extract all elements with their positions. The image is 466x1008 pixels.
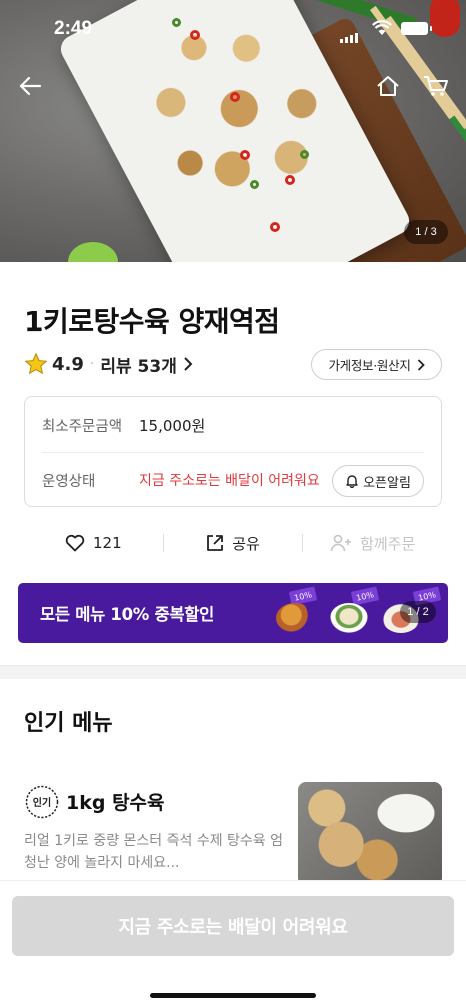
- share-icon: [207, 535, 224, 551]
- chevron-right-icon: [184, 357, 193, 371]
- share-label: 공유: [232, 534, 260, 553]
- like-button[interactable]: 121: [24, 534, 163, 552]
- cart-button[interactable]: [420, 70, 452, 102]
- signal-icon: [340, 24, 360, 43]
- chevron-right-icon: [417, 358, 425, 371]
- status-row: 운영상태 지금 주소로는 배달이 어려워요 오픈알림: [42, 453, 424, 507]
- store-hero-image[interactable]: 2:49 1 / 3: [0, 0, 466, 262]
- popular-menu-title: 인기 메뉴: [24, 711, 113, 736]
- action-bar: 121 공유 함께주문: [24, 525, 442, 561]
- battery-icon: [401, 22, 432, 35]
- popular-badge-icon: 인기: [25, 785, 59, 819]
- cart-icon: [424, 76, 448, 96]
- banner-text: 모든 메뉴 10% 중복할인: [40, 605, 214, 624]
- green-pepper-slice: [250, 180, 259, 189]
- share-button[interactable]: 공유: [164, 533, 303, 554]
- image-counter: 1 / 3: [404, 220, 448, 244]
- home-icon: [377, 76, 399, 96]
- bottom-bar: 지금 주소로는 배달이 어려워요: [0, 880, 466, 1008]
- review-link[interactable]: 리뷰 53개: [100, 352, 177, 377]
- menu-item-description: 리얼 1키로 중량 몬스터 즉석 수제 탕수육 엄청난 양에 놀라지 마세요..…: [24, 833, 284, 871]
- bell-icon: [346, 475, 358, 488]
- discount-tag: 10%: [350, 586, 380, 606]
- clock: 2:49: [54, 18, 93, 39]
- order-cta-button[interactable]: 지금 주소로는 배달이 어려워요: [12, 896, 454, 956]
- chili-slice: [285, 175, 295, 185]
- back-arrow-icon: [19, 76, 41, 96]
- popular-badge: 인기: [24, 784, 60, 820]
- wifi-icon: [372, 20, 392, 40]
- open-alarm-button[interactable]: 오픈알림: [332, 465, 424, 497]
- home-indicator: [150, 993, 316, 998]
- add-person-icon: [330, 534, 352, 552]
- discount-banner[interactable]: 모든 메뉴 10% 중복할인 10% 10% 10% 1 / 2: [18, 583, 448, 643]
- popular-badge-text: 인기: [33, 796, 51, 809]
- back-button[interactable]: [14, 70, 46, 102]
- chili-slice: [230, 92, 240, 102]
- banner-counter: 1 / 2: [400, 601, 436, 623]
- min-order-label: 최소주문금액: [42, 419, 123, 435]
- group-order-label: 함께주문: [360, 534, 416, 553]
- home-button[interactable]: [372, 70, 404, 102]
- like-count: 121: [93, 534, 122, 552]
- chicken-icon: [276, 603, 314, 633]
- separator-dot: ·: [89, 356, 95, 372]
- store-info-button[interactable]: 가게정보·원산지: [311, 349, 442, 380]
- status-bar: 2:49: [0, 0, 466, 56]
- menu-item[interactable]: 인기 1kg 탕수육 리얼 1키로 중량 몬스터 즉석 수제 탕수육 엄청난 양…: [24, 780, 442, 890]
- status-label: 운영상태: [42, 473, 96, 490]
- min-order-row: 최소주문금액 15,000원: [42, 399, 424, 453]
- rating-score: 4.9: [52, 353, 84, 375]
- star-icon: [24, 352, 48, 375]
- rating-row[interactable]: 4.9 · 리뷰 53개: [24, 350, 193, 378]
- lettuce: [68, 242, 118, 262]
- group-order-button[interactable]: 함께주문: [303, 533, 442, 554]
- green-pepper-slice: [300, 150, 309, 159]
- menu-item-name: 1kg 탕수육: [66, 792, 165, 814]
- min-order-value: 15,000원: [139, 417, 206, 435]
- menu-item-image: [298, 782, 442, 886]
- status-value: 지금 주소로는 배달이 어려워요: [139, 473, 320, 489]
- open-alarm-label: 오픈알림: [363, 475, 411, 491]
- heart-icon: [65, 534, 85, 552]
- store-name: 1키로탕수육 양재역점: [24, 305, 280, 338]
- noodle-bowl-icon: [330, 603, 368, 633]
- section-divider: [0, 665, 466, 679]
- store-info-box: 최소주문금액 15,000원 운영상태 지금 주소로는 배달이 어려워요 오픈알…: [24, 396, 442, 507]
- store-info-label: 가게정보·원산지: [328, 358, 411, 373]
- chili-slice: [240, 150, 250, 160]
- chili-slice: [270, 222, 280, 232]
